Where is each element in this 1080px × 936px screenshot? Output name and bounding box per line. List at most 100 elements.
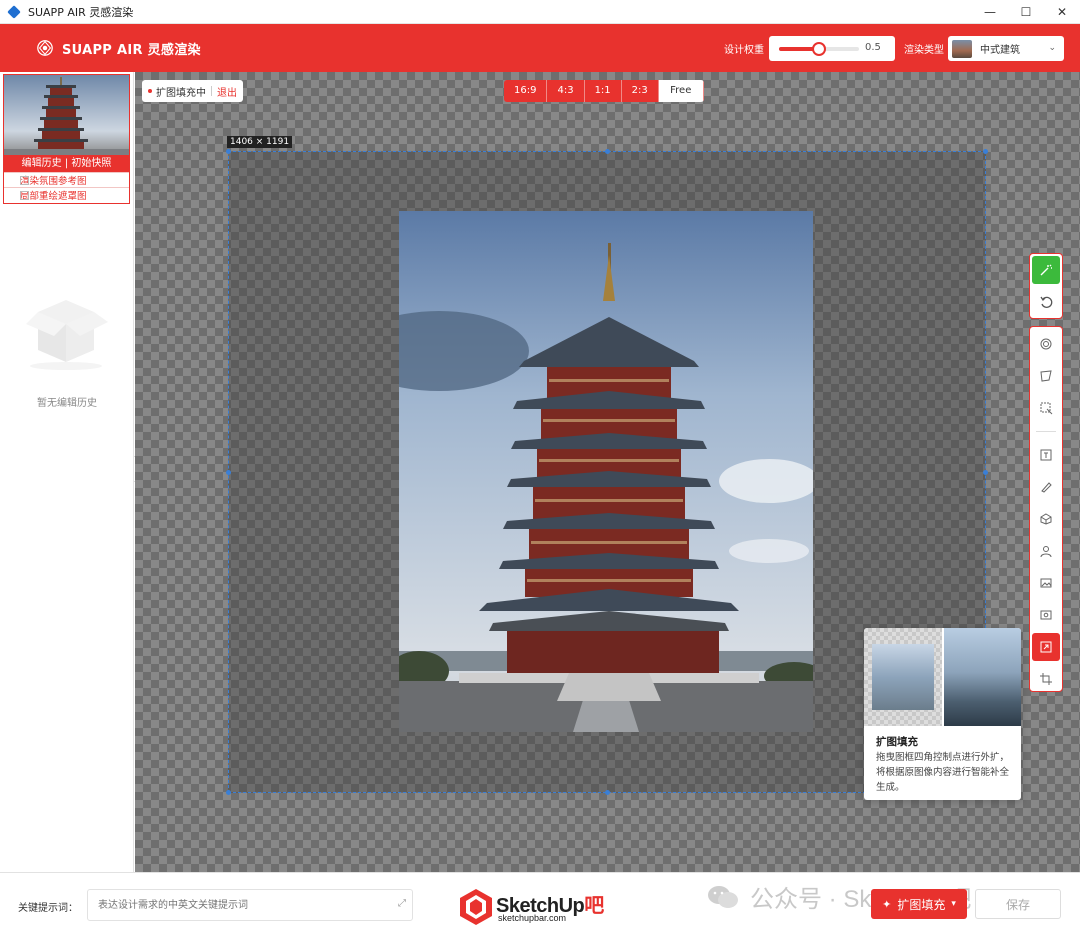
keyword-input[interactable]: [87, 889, 413, 921]
render-type-thumbnail: [952, 39, 972, 58]
person-tool-button[interactable]: [1032, 537, 1060, 565]
image-tool-button[interactable]: [1032, 569, 1060, 597]
empty-box-icon: [26, 300, 108, 370]
bottom-bar: 关键提示词： ⤢ SketchUp吧 sketchupbar.com 公众号 ·…: [0, 872, 1080, 936]
ratio-free-button[interactable]: Free: [658, 80, 704, 102]
ratio-1-1-button[interactable]: 1:1: [584, 80, 622, 102]
history-sidebar: 编辑历史 | 初始快照 渲染氛围参考图 局部重绘遮罩图 暂无编辑历史: [0, 72, 134, 872]
undo-button[interactable]: [1032, 288, 1060, 316]
option-row-atmosphere[interactable]: 渲染氛围参考图: [4, 172, 129, 187]
watermark-brand-suffix: 吧: [584, 895, 604, 917]
crop-tool-button[interactable]: [1032, 665, 1060, 693]
expand-fill-button[interactable]: ✦ 扩图填充 ▾: [871, 889, 967, 919]
history-thumbnail[interactable]: [4, 75, 129, 155]
lasso-tool-button[interactable]: [1032, 362, 1060, 390]
expand-fill-tooltip: 扩图填充 拖曳图框四角控制点进行外扩，将根据原图像内容进行智能补全生成。: [864, 628, 1021, 800]
render-type-label: 渲染类型: [904, 45, 944, 56]
text-box-tool-button[interactable]: [1032, 441, 1060, 469]
save-button[interactable]: 保存: [975, 889, 1061, 919]
chevron-down-icon: ▾: [951, 899, 956, 909]
magic-wand-icon: ✦: [882, 897, 892, 911]
status-dot: [148, 89, 152, 93]
ratio-16-9-button[interactable]: 16:9: [504, 80, 548, 102]
material-tool-button[interactable]: [1032, 505, 1060, 533]
checkbox[interactable]: [20, 190, 29, 200]
pagoda-image: [399, 211, 813, 732]
maximize-button[interactable]: ☐: [1008, 0, 1044, 24]
app-icon: [7, 4, 21, 19]
frame-dimensions-label: 1406 × 1191: [227, 136, 293, 148]
minimize-button[interactable]: —: [972, 0, 1008, 24]
corner-handle-top-right[interactable]: [983, 149, 988, 154]
tooltip-before-photo: [872, 644, 934, 710]
design-weight-label: 设计权重: [724, 45, 764, 56]
option-label: 局部重绘遮罩图: [20, 191, 87, 202]
brand-logo-icon: [37, 40, 53, 56]
option-row-mask[interactable]: 局部重绘遮罩图: [4, 187, 129, 202]
design-weight-slider[interactable]: [779, 42, 859, 56]
checkbox[interactable]: [20, 175, 29, 185]
sketchup-logo-icon: [460, 889, 492, 925]
brush-icon: [1041, 482, 1052, 493]
brush-tool-button[interactable]: [1032, 473, 1060, 501]
ratio-2-3-button[interactable]: 2:3: [621, 80, 659, 102]
tooltip-after-image: [944, 628, 1021, 726]
render-type-select[interactable]: 中式建筑 ⌄: [948, 36, 1064, 61]
keyword-label: 关键提示词：: [18, 903, 78, 914]
tooltip-title: 扩图填充: [876, 736, 918, 748]
source-image: [399, 211, 813, 732]
edge-handle-left[interactable]: [226, 470, 231, 475]
corner-handle-bottom-left[interactable]: [226, 790, 231, 795]
brand-name: SUAPP AIR 灵感渲染: [62, 42, 201, 58]
expand-input-icon[interactable]: ⤢: [398, 898, 406, 909]
corner-handle-top-left[interactable]: [226, 149, 231, 154]
expand-fill-button-label: 扩图填充: [897, 897, 946, 912]
toolbar-divider: [1036, 431, 1056, 432]
wechat-icon: [708, 885, 738, 908]
app-header: SUAPP AIR 灵感渲染 设计权重 0.5 渲染类型 中式建筑 ⌄: [0, 24, 1080, 72]
tooltip-description: 拖曳图框四角控制点进行外扩，将根据原图像内容进行智能补全生成。: [876, 752, 1010, 793]
select-region-icon: [1040, 402, 1053, 415]
slider-thumb[interactable]: [812, 42, 826, 56]
expand-mode-badge: 扩图填充中 退出: [142, 80, 243, 102]
tool-group-top: [1029, 253, 1063, 319]
magic-wand-icon: [1040, 264, 1052, 276]
undo-icon: [1040, 296, 1053, 308]
render-type-value: 中式建筑: [980, 45, 1020, 56]
history-tab-label[interactable]: 编辑历史 | 初始快照: [4, 155, 129, 172]
chevron-down-icon: ⌄: [1048, 43, 1056, 53]
edge-handle-right[interactable]: [983, 470, 988, 475]
window-titlebar: SUAPP AIR 灵感渲染 — ☐ ✕: [0, 0, 1080, 24]
expand-fill-icon: [1040, 641, 1052, 653]
pagoda-thumbnail-image: [4, 75, 129, 155]
tooltip-before-image: [864, 628, 942, 726]
image-icon: [1040, 578, 1052, 588]
expand-fill-tool-button[interactable]: [1032, 633, 1060, 661]
person-icon: [1040, 546, 1052, 558]
select-region-tool-button[interactable]: [1032, 394, 1060, 422]
watermark-url: sketchupbar.com: [498, 913, 567, 923]
brand: SUAPP AIR 灵感渲染: [36, 39, 201, 58]
text-box-icon: [1040, 449, 1052, 461]
tool-group-main: [1029, 326, 1063, 692]
target-icon: [1040, 338, 1052, 350]
window-title: SUAPP AIR 灵感渲染: [28, 5, 134, 19]
history-card[interactable]: 编辑历史 | 初始快照 渲染氛围参考图 局部重绘遮罩图: [3, 74, 130, 204]
window-controls: — ☐ ✕: [972, 0, 1080, 24]
divider: [211, 86, 212, 96]
magic-wand-button[interactable]: [1032, 256, 1060, 284]
empty-history-text: 暂无编辑历史: [37, 398, 97, 409]
crop-icon: [1040, 673, 1052, 685]
design-weight-control: 0.5: [769, 36, 895, 61]
close-button[interactable]: ✕: [1044, 0, 1080, 24]
ratio-4-3-button[interactable]: 4:3: [547, 80, 585, 102]
aspect-ratio-group: 16:9 4:3 1:1 2:3 Free: [504, 80, 704, 102]
target-tool-button[interactable]: [1032, 330, 1060, 358]
edge-handle-top[interactable]: [605, 149, 610, 154]
expand-mode-label: 扩图填充中: [156, 87, 206, 99]
save-button-label: 保存: [1005, 897, 1030, 912]
sketchup-watermark: SketchUp吧 sketchupbar.com: [458, 885, 624, 929]
eye-tool-button[interactable]: [1032, 601, 1060, 629]
edge-handle-bottom[interactable]: [605, 790, 610, 795]
exit-expand-link[interactable]: 退出: [217, 84, 237, 99]
